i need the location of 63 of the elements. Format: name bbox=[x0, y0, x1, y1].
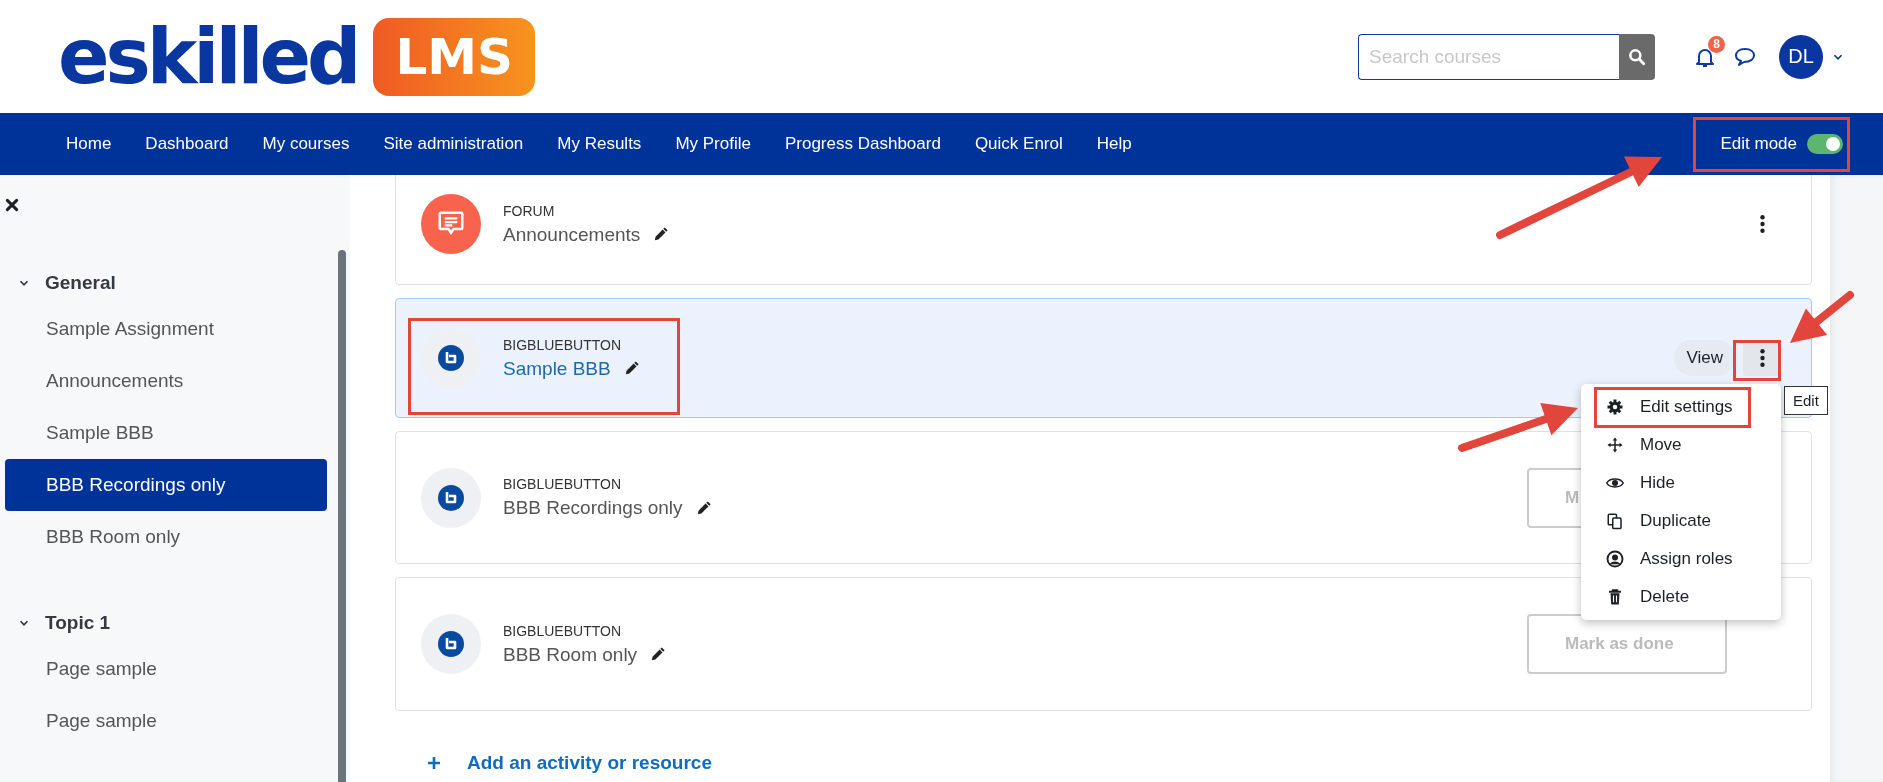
logo-wordmark: eskilled bbox=[58, 18, 358, 95]
activity-type: BIGBLUEBUTTON bbox=[503, 476, 622, 492]
user-avatar[interactable]: DL bbox=[1779, 34, 1823, 79]
course-index-item[interactable]: Sample BBB bbox=[5, 407, 327, 459]
view-button[interactable]: View bbox=[1674, 340, 1735, 376]
nav-link[interactable]: Help bbox=[1096, 134, 1132, 154]
menu-item[interactable]: Delete bbox=[1606, 587, 1690, 607]
activity-name[interactable]: Sample BBB bbox=[503, 357, 611, 380]
menu-item[interactable]: Hide bbox=[1606, 473, 1675, 493]
activity-name[interactable]: Announcements bbox=[503, 223, 641, 246]
move-arrows-icon bbox=[1606, 436, 1624, 454]
menu-item[interactable]: Edit settings bbox=[1606, 397, 1733, 417]
plus-icon bbox=[425, 754, 443, 772]
activity-name[interactable]: BBB Recordings only bbox=[503, 497, 683, 519]
nav-link[interactable]: Quick Enrol bbox=[974, 134, 1063, 154]
add-activity-link[interactable]: Add an activity or resource bbox=[467, 752, 712, 774]
course-index-item[interactable]: Page sample bbox=[5, 695, 327, 747]
logo-badge: LMS bbox=[373, 17, 536, 96]
highlight-box bbox=[1733, 340, 1781, 381]
close-icon bbox=[4, 197, 20, 213]
pencil-icon bbox=[649, 646, 667, 663]
edit-title-button[interactable] bbox=[649, 646, 667, 663]
course-index-item[interactable]: Sample Assignment bbox=[5, 303, 327, 355]
nav-link[interactable]: Dashboard bbox=[145, 134, 229, 154]
search-icon bbox=[1627, 46, 1647, 67]
edit-mode-label: Edit mode bbox=[1720, 134, 1797, 154]
activity-type: FORUM bbox=[503, 202, 556, 219]
bigbluebutton-icon bbox=[438, 484, 464, 511]
scrollbar[interactable] bbox=[338, 250, 346, 782]
course-index-item[interactable]: Announcements bbox=[5, 355, 327, 407]
user-circle-icon bbox=[1606, 550, 1624, 568]
tooltip: Edit bbox=[1784, 386, 1828, 415]
nav-link[interactable]: Progress Dashboard bbox=[784, 134, 941, 154]
copy-icon bbox=[1606, 512, 1624, 530]
forum-icon bbox=[421, 194, 481, 254]
section-title[interactable]: General bbox=[45, 272, 116, 294]
activity-type: BIGBLUEBUTTON bbox=[503, 622, 622, 639]
search-button[interactable] bbox=[1619, 33, 1655, 80]
trash-icon bbox=[1606, 588, 1624, 606]
bigbluebutton-icon bbox=[438, 631, 464, 657]
section-title[interactable]: Topic 1 bbox=[45, 612, 111, 634]
course-index-item[interactable]: BBB Recordings only bbox=[5, 459, 327, 511]
course-index-item[interactable]: BBB Room only bbox=[5, 511, 327, 563]
nav-link[interactable]: My Results bbox=[557, 134, 642, 154]
notification-count: 8 bbox=[1708, 35, 1725, 53]
kebab-menu-icon bbox=[1759, 349, 1765, 367]
gear-icon bbox=[1606, 398, 1624, 416]
edit-title-button[interactable] bbox=[652, 226, 670, 243]
bigbluebutton-icon bbox=[438, 345, 464, 371]
nav-link[interactable]: My courses bbox=[262, 134, 350, 154]
menu-item[interactable]: Duplicate bbox=[1606, 511, 1711, 531]
kebab-menu-icon bbox=[1759, 215, 1765, 233]
edit-mode-toggle[interactable] bbox=[1807, 134, 1843, 154]
nav-link[interactable]: My Profile bbox=[675, 134, 751, 154]
course-index-item[interactable]: Page sample bbox=[5, 643, 327, 695]
activity-name[interactable]: BBB Room only bbox=[503, 643, 638, 666]
annotation-arrow bbox=[1790, 291, 1854, 343]
pencil-icon bbox=[652, 226, 670, 243]
nav-link[interactable]: Home bbox=[66, 134, 112, 154]
nav-link[interactable]: Site administration bbox=[383, 134, 524, 154]
menu-item[interactable]: Assign roles bbox=[1606, 549, 1733, 569]
activity-type: BIGBLUEBUTTON bbox=[503, 336, 622, 353]
menu-item[interactable]: Move bbox=[1606, 435, 1682, 455]
